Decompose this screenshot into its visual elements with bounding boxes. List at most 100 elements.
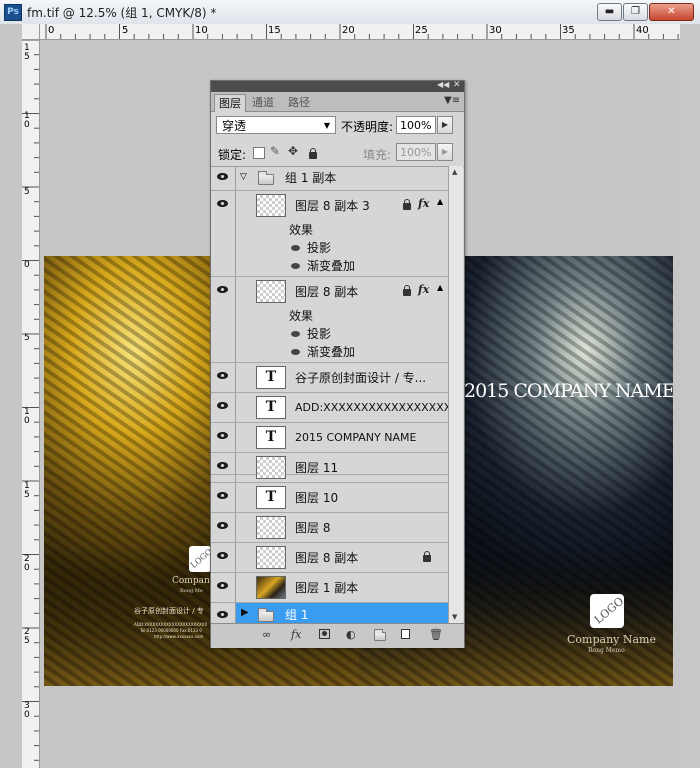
tab-layers[interactable]: 图层 [214, 94, 246, 112]
add-layer-style-icon[interactable]: fx [291, 628, 301, 641]
eye-icon [217, 582, 228, 589]
collapse-panel-icon[interactable]: ◀◀ [437, 80, 449, 89]
visibility-toggle[interactable] [211, 166, 236, 190]
eye-icon [217, 402, 228, 409]
layer-list[interactable]: ▽ 组 1 副本 图层 8 副本 3 fx ▲ 效果 投影 渐变叠加 图层 8 … [211, 166, 448, 623]
close-button[interactable]: ✕ [649, 3, 694, 21]
layer-list-scrollbar[interactable]: ▲ ▼ [448, 166, 463, 623]
panel-header-bar[interactable]: ◀◀ ✕ [211, 80, 464, 92]
new-group-folder-icon[interactable] [374, 629, 386, 641]
eye-icon [217, 522, 228, 529]
scroll-down-arrow-icon[interactable]: ▼ [452, 613, 457, 621]
layers-panel[interactable]: ◀◀ ✕ 图层 通道 路径 ▼≡ 穿透 ▼ 不透明度: 100% ▶ 锁定: ✎… [210, 80, 465, 648]
new-layer-icon[interactable] [401, 629, 410, 639]
fill-input[interactable]: 100% [396, 143, 436, 161]
layer-row-layer8-copy3[interactable]: 图层 8 副本 3 fx ▲ [211, 191, 448, 221]
visibility-toggle[interactable] [211, 277, 236, 307]
lock-transparency-icon[interactable] [253, 147, 265, 159]
layer-thumbnail [256, 516, 286, 539]
effects-toggle-triangle-icon[interactable]: ▲ [437, 197, 443, 206]
effect-row-gradient-overlay[interactable]: 渐变叠加 [211, 343, 448, 363]
lock-all-icon[interactable] [309, 148, 317, 159]
blend-mode-select[interactable]: 穿透 ▼ [216, 116, 336, 134]
vruler-label: 1 5 [24, 481, 30, 500]
effects-label: 效果 [289, 309, 314, 323]
horizontal-ruler[interactable]: 0 5 10 15 20 25 30 35 40 [40, 24, 680, 40]
visibility-toggle[interactable] [211, 483, 236, 512]
eye-icon [217, 286, 228, 293]
eye-icon [217, 611, 228, 618]
visibility-toggle[interactable] [211, 573, 236, 602]
visibility-toggle[interactable] [211, 603, 236, 623]
vruler-label: 1 5 [24, 43, 30, 62]
visibility-toggle[interactable] [211, 191, 236, 221]
effect-eye-icon[interactable] [291, 349, 300, 355]
layer-row-group-copy[interactable]: ▽ 组 1 副本 [211, 166, 448, 191]
layer-row-text-3[interactable]: T 2015 COMPANY NAME [211, 423, 448, 453]
add-mask-icon[interactable] [319, 629, 330, 639]
visibility-toggle[interactable] [211, 393, 236, 422]
group-expanded-triangle-icon[interactable]: ▽ [240, 172, 247, 182]
fx-effects-icon[interactable]: fx [418, 283, 429, 296]
window-frame-left [0, 24, 22, 768]
restore-button[interactable]: ❐ [623, 3, 648, 21]
layer-row-text-1[interactable]: T 谷子原创封面设计 / 专... [211, 363, 448, 393]
lock-position-move-icon[interactable]: ✥ [288, 144, 298, 158]
eye-icon [217, 492, 228, 499]
text-layer-thumbnail: T [256, 366, 286, 389]
fx-effects-icon[interactable]: fx [418, 197, 429, 210]
new-adjustment-layer-icon[interactable]: ◐ [346, 628, 356, 641]
ruler-origin-corner[interactable] [22, 24, 40, 40]
effect-row-drop-shadow[interactable]: 投影 [211, 325, 448, 343]
vruler-label: 1 0 [24, 111, 30, 130]
layer-row-group1-selected[interactable]: ▶ 组 1 [211, 603, 448, 623]
layer-row-layer8-copy[interactable]: 图层 8 副本 fx ▲ [211, 277, 448, 307]
vruler-label: 2 0 [24, 554, 30, 573]
scroll-up-arrow-icon[interactable]: ▲ [452, 168, 457, 176]
opacity-slider-button[interactable]: ▶ [437, 116, 453, 134]
effects-toggle-triangle-icon[interactable]: ▲ [437, 283, 443, 292]
layer-row-layer10[interactable]: T 图层 10 [211, 483, 448, 513]
lock-row: 锁定: ✎ ✥ 填充: 100% ▶ [211, 140, 464, 167]
layer-thumbnail [256, 280, 286, 303]
panel-menu-icon[interactable]: ▼≡ [444, 95, 460, 106]
fill-slider-button[interactable]: ▶ [437, 143, 453, 161]
tab-channels[interactable]: 通道 [248, 94, 278, 111]
close-panel-icon[interactable]: ✕ [453, 80, 461, 90]
effects-header-row[interactable]: 效果 [211, 221, 448, 239]
layer-name: 组 1 [285, 608, 309, 622]
layer-row-layer8-copy-b[interactable]: 图层 8 副本 [211, 543, 448, 573]
opacity-input[interactable]: 100% [396, 116, 436, 134]
effects-header-row[interactable]: 效果 [211, 307, 448, 325]
chevron-down-icon: ▼ [323, 121, 330, 130]
layer-row-layer1-copy[interactable]: 图层 1 副本 [211, 573, 448, 603]
vertical-ruler-ticks [22, 40, 39, 761]
hruler-label-15: 15 [268, 25, 281, 36]
layer-name: 谷子原创封面设计 / 专... [295, 371, 427, 385]
vertical-ruler[interactable]: 1 5 1 0 5 0 5 1 0 1 5 2 0 2 5 3 0 [22, 40, 40, 768]
effect-row-gradient-overlay[interactable]: 渐变叠加 [211, 257, 448, 277]
logo-text: LOGO [591, 594, 627, 627]
effect-eye-icon[interactable] [291, 245, 300, 251]
delete-layer-trash-icon[interactable]: 🗑 [429, 628, 443, 641]
document-vertical-scrollbar[interactable] [680, 24, 700, 768]
layer-row-layer11[interactable]: 图层 11 [211, 453, 448, 483]
layer-row-layer8[interactable]: 图层 8 [211, 513, 448, 543]
eye-icon [217, 372, 228, 379]
visibility-toggle[interactable] [211, 543, 236, 572]
tab-paths[interactable]: 路径 [284, 94, 314, 111]
visibility-toggle[interactable] [211, 453, 236, 482]
effect-row-drop-shadow[interactable]: 投影 [211, 239, 448, 257]
group-collapsed-triangle-icon[interactable]: ▶ [241, 607, 249, 618]
lock-pixels-brush-icon[interactable]: ✎ [270, 144, 280, 158]
visibility-toggle[interactable] [211, 423, 236, 452]
visibility-toggle[interactable] [211, 513, 236, 542]
effect-eye-icon[interactable] [291, 331, 300, 337]
link-layers-icon[interactable]: ∞ [262, 628, 271, 641]
hruler-label-30: 30 [489, 25, 502, 36]
minimize-button[interactable]: ▬ [597, 3, 622, 21]
effect-eye-icon[interactable] [291, 263, 300, 269]
layer-row-text-2[interactable]: T ADD:XXXXXXXXXXXXXXXXXX... [211, 393, 448, 423]
visibility-toggle[interactable] [211, 363, 236, 392]
window-title-bar[interactable]: Ps fm.tif @ 12.5% (组 1, CMYK/8) * ▬ ❐ ✕ [0, 0, 700, 25]
